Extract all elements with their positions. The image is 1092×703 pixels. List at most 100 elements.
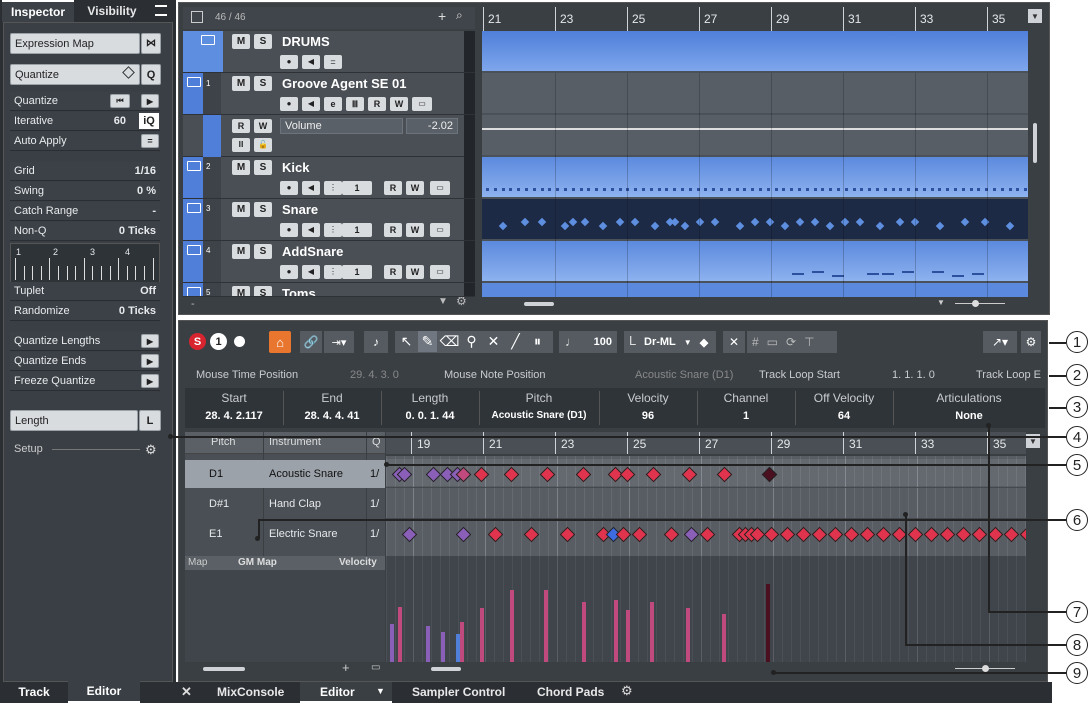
bowtie-icon[interactable]: ⋈ [141,33,161,54]
mute-button[interactable]: M [232,160,250,175]
record-enable-icon[interactable]: ● [280,223,298,237]
lock-icon[interactable]: 🔓 [254,138,272,152]
q-column-header[interactable]: Q [372,436,381,448]
midi-channel[interactable]: 1 [342,223,372,237]
tuplet-value[interactable]: Off [140,285,156,297]
monitor-icon[interactable]: ◀ [302,55,320,69]
folder-part[interactable] [482,31,1028,71]
randomize-value[interactable]: 0 Ticks [119,305,156,317]
folder-edit-icon[interactable]: = [324,55,342,69]
catch-range-row[interactable]: Catch Range - [10,202,160,221]
mute-button[interactable]: M [232,202,250,217]
track-row-toms[interactable]: 5MSToms●◀ [183,283,475,297]
tab-chord-pads[interactable]: Chord Pads [537,685,604,699]
step-back-icon[interactable]: ⏮ [110,94,130,108]
tab-sampler-control[interactable]: Sampler Control [412,685,505,699]
midi-channel[interactable]: 1 [342,265,372,279]
automation-lane[interactable] [482,115,1028,155]
grid-value[interactable]: 1/16 [135,165,156,177]
quantize-tools-icon[interactable]: #▭⟳⊤ [747,331,837,353]
erase-tool-icon[interactable]: ⌫ [440,331,460,352]
hamburger-icon[interactable] [155,5,167,16]
mute-button[interactable]: M [232,76,250,91]
track-list-icon[interactable] [191,11,203,23]
map-value[interactable]: GM Map [238,557,277,568]
tuplet-row[interactable]: Tuplet Off [10,282,160,301]
editor-hscroll[interactable]: + ▭ [185,660,1045,676]
snap-icon[interactable]: ⇥▾ [324,331,354,353]
drum-note[interactable] [843,526,860,543]
insert-velocity-value[interactable]: 100 [594,336,612,348]
drum-note-grid[interactable] [386,456,1026,556]
chevron-down-icon[interactable]: ▼ [376,686,385,696]
midi-channel[interactable]: 1 [342,181,372,195]
track-row-groove-agent-se-01[interactable]: 1 M S Groove Agent SE 01 ● ◀ e Ⅲ R W ▭ [183,73,475,115]
arrow-tool-icon[interactable]: ↖ [397,331,416,352]
edit-instrument-icon[interactable]: e [324,97,342,111]
info-value[interactable]: 1 [697,410,795,422]
lanes-icon[interactable]: ▭ [412,97,432,111]
zoom-tool-icon[interactable]: ⚲ [462,331,481,352]
drum-note[interactable] [663,526,680,543]
acoustic-feedback-button[interactable]: 1 [210,333,227,350]
auto-scroll-icon[interactable]: ⌂ [269,331,291,353]
project-vscroll[interactable] [1028,31,1042,297]
record-enable-icon[interactable]: ● [280,265,298,279]
solo-editor-button[interactable]: S [189,333,206,350]
mute-button[interactable]: M [232,286,250,296]
info-value[interactable]: 28. 4. 4. 41 [283,410,381,422]
non-q-row[interactable]: Non-Q 0 Ticks [10,222,160,241]
solo-button[interactable]: S [254,76,272,91]
drum-note[interactable] [907,526,924,543]
info-value[interactable]: 0. 0. 1. 44 [381,410,479,422]
drum-note[interactable] [987,526,1004,543]
velocity-bar[interactable] [626,610,630,662]
read-button[interactable]: R [368,97,386,111]
quantize-ends-play-icon[interactable]: ▶ [141,354,159,368]
mute-button[interactable]: M [232,34,250,49]
read-button[interactable]: R [384,265,402,279]
drum-note[interactable] [955,526,972,543]
drum-note[interactable] [523,526,540,543]
expression-map-section[interactable]: Expression Map [10,33,140,54]
tab-visibility[interactable]: Visibility [76,0,148,22]
instrument-part[interactable] [482,73,1028,113]
randomize-row[interactable]: Randomize 0 Ticks [10,302,160,321]
midi-activity-icon[interactable]: ⋮ [324,265,342,279]
solo-button[interactable]: S [254,160,272,175]
tab-editor-inspector[interactable]: Editor [68,681,140,703]
freeze-quantize-play-icon[interactable]: ▶ [141,374,159,388]
drum-quantize[interactable]: 1/ [370,468,379,480]
length-section[interactable]: Length [10,410,138,431]
drum-note[interactable] [811,526,828,543]
velocity-lane[interactable] [386,556,1026,662]
velocity-bar[interactable] [390,624,394,662]
drum-note[interactable] [683,526,700,543]
quantize-ends-row[interactable]: Quantize Ends [10,352,160,371]
velocity-bar[interactable] [510,590,514,662]
velocity-bar[interactable] [722,614,726,662]
toms-part[interactable] [482,283,1028,297]
non-q-value[interactable]: 0 Ticks [119,225,156,237]
velocity-bar[interactable] [686,608,690,662]
q-button[interactable]: Q [141,64,161,85]
controller-selector[interactable]: Velocity [339,557,377,568]
quantize-lengths-row[interactable]: Quantize Lengths [10,332,160,351]
record-enable-icon[interactable]: ● [280,55,298,69]
quantize-lengths-play-icon[interactable]: ▶ [141,334,159,348]
close-zone-icon[interactable]: ✕ [181,684,192,700]
project-ruler[interactable]: 21 23 25 27 29 31 33 35 [482,7,1027,31]
drum-note[interactable] [487,526,504,543]
drum-row-e1[interactable]: E1 Electric Snare 1/ [185,520,385,548]
iq-button[interactable]: iQ [139,113,159,129]
drum-note[interactable] [763,526,780,543]
collapse-icon[interactable]: ▼ [438,296,448,307]
velocity-bar[interactable] [441,632,445,662]
read-button[interactable]: R [384,223,402,237]
project-event-area[interactable] [482,31,1028,297]
record-enable-icon[interactable]: ● [280,97,298,111]
quantize-section[interactable]: Quantize [10,64,140,85]
solo-button[interactable]: S [254,244,272,259]
lanes-icon[interactable]: ▭ [430,265,450,279]
tab-editor-active[interactable]: Editor ▼ [300,682,392,703]
